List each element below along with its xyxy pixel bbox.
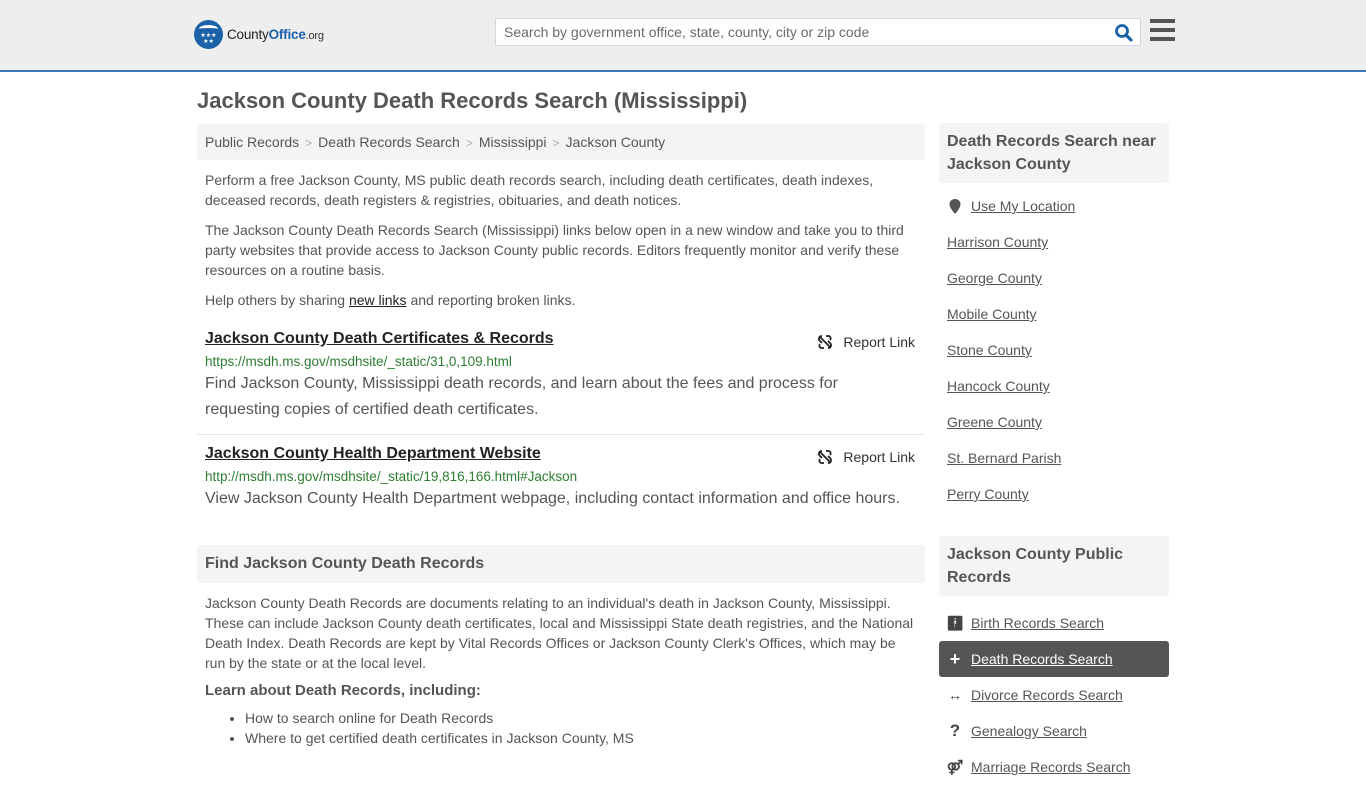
- find-section-heading: Find Jackson County Death Records: [197, 545, 925, 583]
- breadcrumb-separator: >: [552, 136, 560, 150]
- site-header: ★★★ ★★ CountyOffice.org: [0, 0, 1366, 72]
- breadcrumb-public-records[interactable]: Public Records: [205, 134, 299, 150]
- divider: [197, 434, 925, 435]
- use-my-location[interactable]: Use My Location: [939, 188, 1169, 224]
- result-item: Jackson County Death Certificates & Reco…: [197, 330, 925, 423]
- question-icon: ?: [949, 721, 961, 740]
- result-description: Find Jackson County, Mississippi death r…: [205, 375, 838, 418]
- intro-paragraph: Perform a free Jackson County, MS public…: [205, 172, 874, 208]
- search-input[interactable]: [496, 19, 1096, 45]
- arrows-horizontal-icon: ↔: [948, 687, 962, 703]
- search-box: [495, 18, 1141, 46]
- nearby-county-link[interactable]: Stone County: [939, 332, 1169, 368]
- report-link-button[interactable]: Report Link: [817, 449, 915, 465]
- find-section-body: Jackson County Death Records are documen…: [205, 595, 914, 671]
- result-title-link[interactable]: Jackson County Health Department Website: [205, 445, 541, 463]
- nearby-county-link[interactable]: Harrison County: [939, 224, 1169, 260]
- learn-list-item: Where to get certified death certificate…: [245, 728, 925, 748]
- learn-list-item: How to search online for Death Records: [245, 708, 925, 728]
- logo-text: CountyOffice.org: [227, 27, 324, 42]
- breadcrumb-mississippi[interactable]: Mississippi: [479, 134, 547, 150]
- sidebar-public-records: Jackson County Public Records 🚹︎ Birth R…: [939, 536, 1169, 785]
- nearby-county-link[interactable]: St. Bernard Parish: [939, 440, 1169, 476]
- search-icon[interactable]: [1114, 23, 1134, 43]
- result-item: Jackson County Health Department Website…: [197, 445, 925, 512]
- sidebar-item-genealogy[interactable]: ? Genealogy Search: [939, 713, 1169, 749]
- logo-eagle-icon: ★★★ ★★: [194, 20, 223, 49]
- child-icon: 🚹︎: [946, 614, 964, 631]
- sidebar-item-birth-records[interactable]: 🚹︎ Birth Records Search: [939, 605, 1169, 641]
- result-title-link[interactable]: Jackson County Death Certificates & Reco…: [205, 330, 554, 348]
- breadcrumb: Public Records > Death Records Search > Miss…: [197, 124, 925, 160]
- sidebar-item-divorce-records[interactable]: ↔ Divorce Records Search: [939, 677, 1169, 713]
- result-url: http://msdh.ms.gov/msdhsite/_static/19,8…: [205, 469, 578, 484]
- nearby-county-link[interactable]: Mobile County: [939, 296, 1169, 332]
- page-title: Jackson County Death Records Search (Mis…: [197, 88, 748, 113]
- broken-link-icon: [818, 335, 833, 349]
- breadcrumb-separator: >: [465, 136, 473, 150]
- breadcrumb-jackson-county[interactable]: Jackson County: [566, 134, 666, 150]
- plus-icon: +: [949, 648, 961, 669]
- sidebar-public-records-heading: Jackson County Public Records: [939, 536, 1169, 596]
- main-content: Public Records > Death Records Search > Miss…: [197, 124, 925, 748]
- nearby-county-link[interactable]: George County: [939, 260, 1169, 296]
- nearby-county-link[interactable]: Perry County: [939, 476, 1169, 512]
- result-url: https://msdh.ms.gov/msdhsite/_static/31,…: [205, 354, 512, 369]
- marriage-icon: ⚤: [946, 758, 964, 775]
- new-links-link[interactable]: new links: [349, 292, 407, 308]
- nearby-county-link[interactable]: Hancock County: [939, 368, 1169, 404]
- hamburger-menu-icon[interactable]: [1150, 19, 1175, 41]
- result-description: View Jackson County Health Department we…: [205, 490, 900, 507]
- sidebar-nearby-heading: Death Records Search near Jackson County: [939, 123, 1169, 183]
- learn-heading: Learn about Death Records, including:: [205, 682, 481, 699]
- map-marker-icon: [947, 198, 963, 214]
- nearby-county-link[interactable]: Greene County: [939, 404, 1169, 440]
- sidebar-item-death-records[interactable]: + Death Records Search: [939, 641, 1169, 677]
- learn-list: How to search online for Death Records W…: [197, 708, 925, 748]
- site-logo[interactable]: ★★★ ★★ CountyOffice.org: [194, 20, 324, 49]
- broken-link-icon: [818, 450, 833, 464]
- sidebar-nearby: Death Records Search near Jackson County…: [939, 123, 1169, 512]
- sidebar-item-marriage-records[interactable]: ⚤ Marriage Records Search: [939, 749, 1169, 785]
- breadcrumb-separator: >: [305, 136, 313, 150]
- report-link-button[interactable]: Report Link: [817, 334, 915, 350]
- share-paragraph: Help others by sharing new links and rep…: [205, 292, 576, 308]
- disclaimer-paragraph: The Jackson County Death Records Search …: [205, 222, 904, 278]
- breadcrumb-death-records-search[interactable]: Death Records Search: [318, 134, 460, 150]
